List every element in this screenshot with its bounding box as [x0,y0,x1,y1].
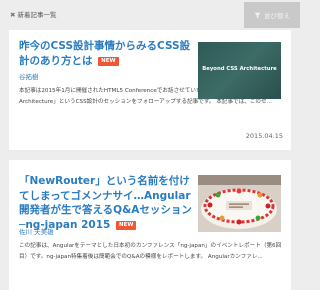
article-title-text[interactable]: 「NewRouter」という名前を付けてしまってゴメンナサイ…Angular開発… [19,175,192,231]
new-badge: NEW [98,56,119,66]
article-card[interactable]: 「NewRouter」という名前を付けてしまってゴメンナサイ…Angular開発… [9,160,291,290]
author-link[interactable]: 佐川 夫美雄 [19,226,54,236]
cake-photo [198,175,281,232]
page-title-label: 新着記事一覧 [17,11,57,19]
new-badge: NEW [115,220,137,230]
sort-button[interactable]: 並び替え [244,2,300,28]
sort-button-label: 並び替え [264,12,290,20]
close-icon[interactable]: ✖ [10,11,15,19]
article-title-link[interactable]: 「NewRouter」という名前を付けてしまってゴメンナサイ…Angular開発… [19,174,194,232]
page-title: ✖ 新着記事一覧 [10,9,56,19]
article-excerpt: この記事は、Angularをテーマとした日本初のカンファレンス「ng-japan… [19,243,282,260]
article-title-link[interactable]: 昨今のCSS設計事情からみるCSS設計のあり方とは NEW [19,39,194,68]
article-card[interactable]: 昨今のCSS設計事情からみるCSS設計のあり方とは NEW 谷拓樹 本記事は20… [9,30,291,150]
article-thumbnail[interactable] [198,175,281,232]
list-header: ✖ 新着記事一覧 並び替え [0,0,300,28]
thumbnail-caption: Beyond CSS Architecture [202,66,277,72]
article-thumbnail[interactable]: Beyond CSS Architecture [198,42,281,99]
card-divider [0,150,300,160]
sort-icon [254,12,261,18]
author-link[interactable]: 谷拓樹 [19,71,39,81]
article-date: 2015.04.15 [245,132,283,140]
